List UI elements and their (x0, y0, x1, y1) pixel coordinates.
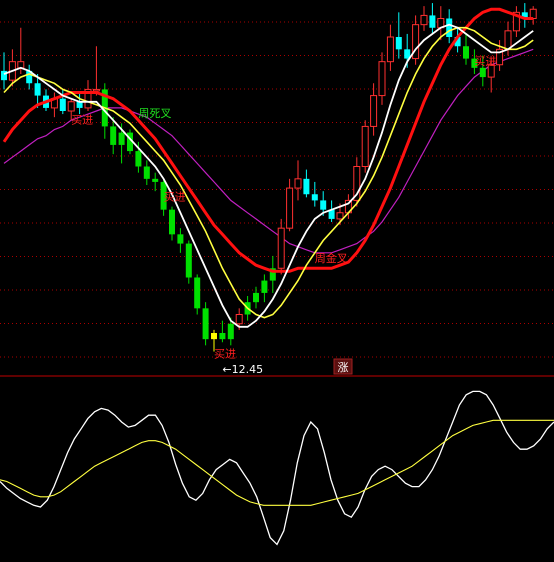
chart-background (0, 0, 554, 562)
candle-body (219, 333, 226, 340)
candle-body (211, 333, 217, 340)
candle-body (67, 101, 75, 112)
candle-body (118, 132, 125, 145)
candle[interactable] (202, 302, 209, 346)
candle-body (59, 98, 66, 111)
candle-body (286, 187, 294, 229)
kline-chart[interactable]: 买进 周死叉买进周金叉买进买进←12.45 涨 (0, 0, 554, 562)
zhang-marker: 涨 (333, 358, 353, 375)
candle-body (152, 178, 159, 182)
candle-body (429, 15, 436, 28)
zhang-marker-label: 涨 (338, 361, 349, 374)
candle-body (177, 234, 184, 244)
candle-body (303, 178, 310, 195)
candle[interactable] (185, 240, 192, 284)
candle-body (34, 83, 41, 96)
annotation-label: 买进 (164, 190, 186, 203)
candle-body (194, 277, 201, 309)
annotation-label: 周死叉 (138, 107, 171, 120)
annotation-label: 周金叉 (315, 251, 348, 265)
candle-body (185, 243, 192, 278)
candle-body (253, 292, 259, 303)
candle-body (420, 14, 428, 26)
candle-body (336, 212, 344, 220)
candle-body (277, 227, 285, 269)
candle-body (135, 151, 142, 167)
candle-body (92, 88, 100, 92)
candle-body (294, 178, 302, 189)
candle-body (504, 30, 512, 50)
candle-body (110, 126, 117, 145)
annotation-label: 买进 (474, 55, 496, 68)
candle[interactable] (361, 120, 369, 173)
candle-body (386, 36, 394, 63)
annotation-label: 买进 (71, 113, 93, 126)
candle-body (311, 194, 318, 201)
candle-body (169, 209, 175, 235)
candle-body (361, 125, 369, 167)
candle-body (235, 314, 243, 325)
candle-body (479, 67, 486, 78)
candle-body (446, 18, 453, 37)
candle-body (227, 323, 234, 340)
candle-body (320, 200, 327, 210)
candle-body (463, 46, 469, 59)
candle-body (370, 95, 378, 127)
annotation-label: ←12.45 (222, 363, 263, 376)
candle-body (378, 61, 386, 97)
candle-body (261, 280, 268, 293)
candle-body (395, 37, 402, 50)
candle-body (143, 166, 150, 179)
candle-body (202, 308, 209, 340)
annotation-label: 买进 (214, 348, 236, 361)
